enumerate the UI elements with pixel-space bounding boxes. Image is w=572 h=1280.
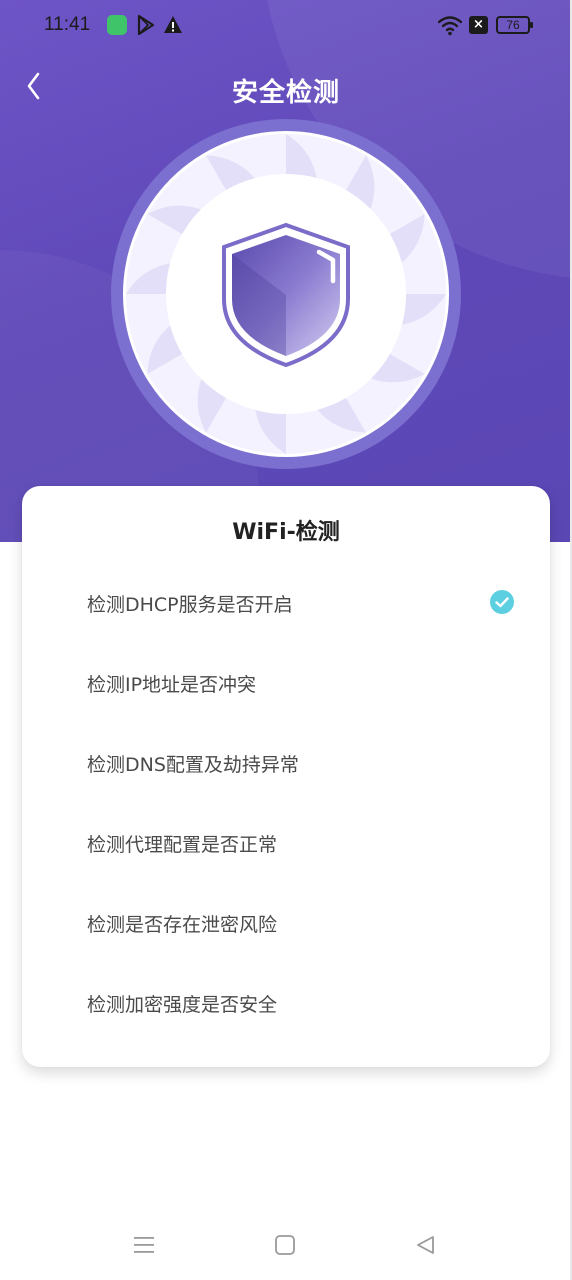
check-item-leak: 检测是否存在泄密风险: [22, 892, 550, 952]
close-box-icon: ×: [469, 16, 488, 34]
card-title: WiFi-检测: [232, 520, 340, 545]
warning-icon: [164, 16, 182, 33]
check-item-proxy: 检测代理配置是否正常: [22, 812, 550, 872]
check-item-encryption: 检测加密强度是否安全: [22, 972, 550, 1032]
page-title: 安全检测: [231, 78, 340, 108]
status-bar: 11:41 × 76: [0, 0, 572, 52]
check-item-label: 检测加密强度是否安全: [87, 994, 278, 1016]
check-item-label: 检测DHCP服务是否开启: [87, 594, 293, 616]
check-item-label: 检测DNS配置及劫持异常: [87, 754, 299, 776]
home-square-icon[interactable]: [274, 1234, 296, 1256]
menu-icon[interactable]: [132, 1234, 156, 1256]
check-item-label: 检测IP地址是否冲突: [87, 674, 257, 696]
check-item-ip: 检测IP地址是否冲突: [22, 652, 550, 712]
wifi-check-card: WiFi-检测 检测DHCP服务是否开启 检测IP地址是否冲突 检测DNS配置及…: [22, 486, 550, 1067]
shield-fan-icon: [111, 119, 461, 469]
check-circle-icon: [490, 590, 514, 614]
check-item-label: 检测是否存在泄密风险: [87, 914, 278, 936]
status-time: 11:41: [44, 14, 91, 35]
back-triangle-icon[interactable]: [414, 1234, 438, 1256]
check-item-dns: 检测DNS配置及劫持异常: [22, 732, 550, 792]
battery-icon: 76: [496, 16, 533, 34]
wifi-icon: [438, 16, 462, 36]
navigation-bar: [0, 1210, 572, 1280]
play-store-icon: [137, 14, 155, 36]
check-item-dhcp: 检测DHCP服务是否开启: [22, 572, 550, 632]
check-item-label: 检测代理配置是否正常: [87, 834, 278, 856]
app-icon: [107, 15, 127, 35]
